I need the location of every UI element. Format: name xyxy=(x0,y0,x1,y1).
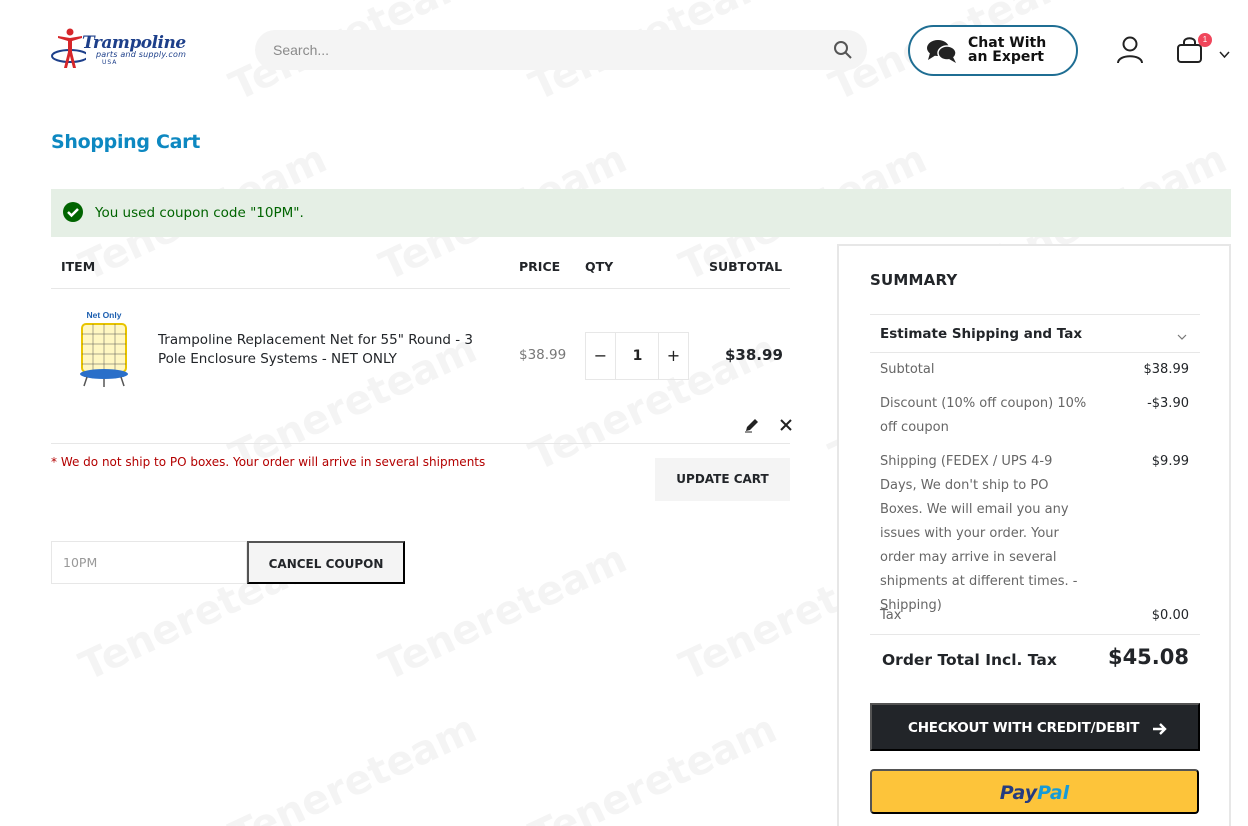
success-message: You used coupon code "10PM". xyxy=(51,189,1231,237)
order-summary: SUMMARY Estimate Shipping and Tax Subtot… xyxy=(837,244,1231,826)
checkout-button[interactable]: CHECKOUT WITH CREDIT/DEBIT xyxy=(870,703,1200,751)
message-text: You used coupon code "10PM". xyxy=(95,205,304,221)
divider xyxy=(870,634,1200,635)
shipping-notice: * We do not ship to PO boxes. Your order… xyxy=(51,455,486,469)
order-total-value: $45.08 xyxy=(1107,645,1189,669)
item-price: $38.99 xyxy=(519,347,567,363)
column-header-price: PRICE xyxy=(519,259,561,274)
logo-subtitle: parts and supply.com xyxy=(96,50,187,59)
tax-label: Tax xyxy=(880,608,902,623)
checkout-label: CHECKOUT WITH CREDIT/DEBIT xyxy=(908,720,1140,736)
divider xyxy=(51,443,790,444)
divider xyxy=(51,288,790,289)
column-header-subtotal: SUBTOTAL xyxy=(709,259,783,274)
search-input[interactable] xyxy=(273,30,813,70)
arrow-right-icon xyxy=(1152,721,1168,741)
subtotal-label: Subtotal xyxy=(880,362,935,377)
chat-label: Chat With an Expert xyxy=(968,35,1047,65)
coupon-code-field[interactable]: 10PM xyxy=(51,541,247,584)
shipping-label: Shipping (FEDEX / UPS 4-9 Days, We don't… xyxy=(880,454,1078,613)
summary-title: SUMMARY xyxy=(870,271,958,289)
tax-value: $0.00 xyxy=(1151,608,1189,623)
paypal-logo-part1: Pay xyxy=(999,782,1038,804)
quantity-increase-button[interactable]: + xyxy=(658,333,688,379)
discount-value: -$3.90 xyxy=(1147,396,1189,411)
search-bar xyxy=(255,30,867,70)
estimate-shipping-toggle[interactable]: Estimate Shipping and Tax xyxy=(880,326,1082,342)
close-icon[interactable] xyxy=(780,416,792,435)
check-circle-icon xyxy=(62,201,84,227)
account-icon[interactable] xyxy=(1116,36,1144,68)
paypal-button[interactable]: PayPal xyxy=(870,769,1199,814)
discount-label: Discount (10% off coupon) 10% off coupon xyxy=(880,396,1087,435)
logo-country: USA xyxy=(102,59,118,66)
cancel-coupon-button[interactable]: CANCEL COUPON xyxy=(247,541,405,584)
divider xyxy=(870,314,1200,315)
chat-with-expert-button[interactable]: Chat With an Expert xyxy=(908,25,1078,76)
column-header-qty: QTY xyxy=(585,259,614,274)
item-subtotal: $38.99 xyxy=(725,346,783,364)
quantity-stepper: − 1 + xyxy=(585,332,689,380)
quantity-decrease-button[interactable]: − xyxy=(586,333,616,379)
cart-count-badge: 1 xyxy=(1198,33,1212,47)
divider xyxy=(870,352,1200,353)
product-image[interactable]: Net Only xyxy=(75,310,133,390)
logo-figure-icon xyxy=(51,28,86,68)
watermark: Tenereteam xyxy=(523,706,784,826)
update-cart-button[interactable]: UPDATE CART xyxy=(655,458,790,501)
site-logo[interactable]: Trampoline parts and supply.com USA xyxy=(50,26,225,72)
watermark: Tenereteam xyxy=(223,706,484,826)
chat-bubbles-icon xyxy=(926,38,958,68)
image-label: Net Only xyxy=(87,310,122,320)
shipping-value: $9.99 xyxy=(1151,454,1189,469)
quantity-input[interactable]: 1 xyxy=(617,333,658,379)
watermark: Tenereteam xyxy=(373,536,634,690)
order-total-label: Order Total Incl. Tax xyxy=(882,651,1057,669)
column-header-item: ITEM xyxy=(61,259,96,274)
search-icon[interactable] xyxy=(833,40,853,60)
paypal-logo-part2: Pal xyxy=(1037,782,1070,804)
chevron-down-icon[interactable] xyxy=(1177,326,1187,345)
product-name-link[interactable]: Trampoline Replacement Net for 55" Round… xyxy=(158,331,498,369)
page-title: Shopping Cart xyxy=(51,131,201,153)
subtotal-value: $38.99 xyxy=(1143,362,1190,377)
pencil-icon[interactable] xyxy=(744,417,760,437)
chevron-down-icon[interactable] xyxy=(1219,44,1230,63)
